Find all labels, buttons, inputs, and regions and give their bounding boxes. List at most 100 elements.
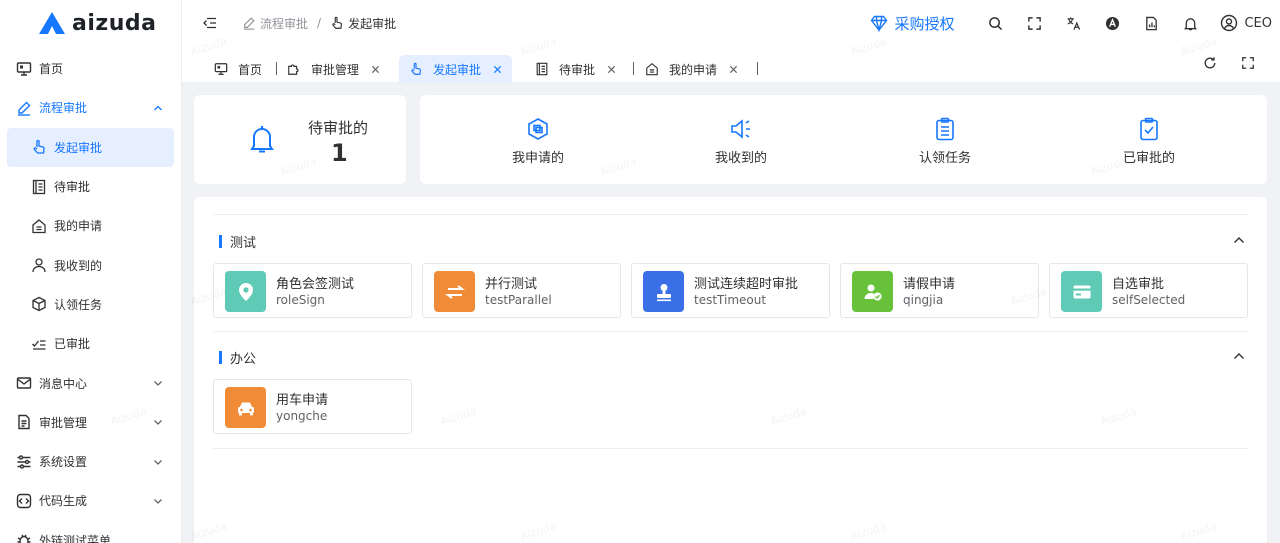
fullscreen-icon[interactable]	[1027, 16, 1042, 31]
speaker-icon	[731, 119, 750, 139]
cube-icon	[32, 297, 46, 312]
header-tools: 采购授权 CEO	[870, 0, 1280, 46]
tab-approval-management[interactable]: 审批管理	[277, 55, 390, 83]
user-name: CEO	[1244, 15, 1272, 31]
process-card-selfselected[interactable]: 自选审批 selfSelected	[1049, 263, 1248, 318]
breadcrumb: 流程审批 / 发起审批	[242, 15, 396, 32]
process-card-qingjia[interactable]: 请假申请 qingjia	[840, 263, 1039, 318]
tab-home[interactable]: 首页	[204, 55, 272, 83]
tab-pending[interactable]: 待审批	[525, 55, 626, 83]
quick-actions: 我申请的 我收到的 认领任务 已审批的	[420, 95, 1267, 184]
sidebar-item-start-approval[interactable]: 发起审批	[7, 127, 174, 167]
divider	[213, 448, 1248, 449]
maximize-icon[interactable]	[1241, 56, 1255, 70]
pen-icon	[243, 17, 255, 30]
breadcrumb-item[interactable]: 流程审批	[242, 15, 308, 32]
quick-action-label: 我收到的	[714, 151, 767, 166]
close-icon[interactable]	[493, 65, 502, 74]
group-title-text: 办公	[230, 352, 257, 367]
card-icon	[1073, 285, 1090, 298]
user-menu[interactable]: CEO	[1220, 14, 1272, 32]
process-key: qingjia	[903, 293, 944, 307]
sidebar-menu: 首页 流程审批 发起审批 待审批 我的申请 我收到的 认领任务 已审批 消息中心…	[0, 49, 181, 543]
sidebar-item-claim-tasks[interactable]: 认领任务	[0, 285, 181, 324]
process-card-icon-bg	[225, 387, 266, 428]
quick-action-approved[interactable]: 已审批的	[1099, 117, 1199, 166]
document-chart-icon[interactable]	[1144, 16, 1159, 31]
process-card-rolesign[interactable]: 角色会签测试 roleSign	[213, 263, 412, 318]
quick-action-label: 我申请的	[511, 151, 564, 166]
theme-icon[interactable]	[1105, 16, 1120, 31]
process-name: 请假申请	[903, 277, 956, 292]
top-header: 流程审批 / 发起审批 采购授权 CEO	[182, 0, 1280, 46]
apply-icon	[528, 118, 548, 140]
quick-action-received[interactable]: 我收到的	[691, 117, 791, 166]
buy-license-button[interactable]: 采购授权	[870, 13, 954, 34]
sidebar-item-label: 我的申请	[54, 219, 103, 234]
sidebar-item-label: 代码生成	[39, 494, 88, 509]
process-key: roleSign	[276, 293, 325, 307]
chevron-down-icon	[154, 381, 162, 386]
tab-bar: 首页 审批管理 发起审批 待审批 我的申请	[182, 46, 1280, 83]
swap-arrows-icon	[444, 284, 465, 299]
location-pin-icon	[238, 282, 253, 301]
process-card-testtimeout[interactable]: 测试连续超时审批 testTimeout	[631, 263, 830, 318]
process-name: 测试连续超时审批	[694, 277, 799, 292]
process-name: 自选审批	[1112, 277, 1165, 292]
home-doc-icon	[646, 63, 658, 76]
chevron-down-icon	[154, 459, 162, 465]
process-key: testTimeout	[694, 293, 767, 307]
translate-icon[interactable]	[1066, 16, 1081, 31]
sidebar-item-label: 首页	[39, 62, 64, 77]
tab-start-approval[interactable]: 发起审批	[399, 55, 513, 83]
process-card-icon-bg	[1061, 271, 1102, 312]
sidebar-item-home[interactable]: 首页	[0, 49, 181, 88]
sidebar-item-system-settings[interactable]: 系统设置	[0, 442, 181, 481]
sidebar-item-pending[interactable]: 待审批	[0, 167, 181, 206]
sidebar-item-messages[interactable]: 消息中心	[0, 363, 181, 402]
tab-label: 审批管理	[311, 62, 360, 77]
menu-collapse-icon[interactable]	[202, 15, 218, 31]
quick-action-label: 已审批的	[1122, 151, 1175, 166]
pen-icon	[18, 101, 31, 116]
chevron-down-icon	[154, 498, 162, 504]
bell-icon[interactable]	[1183, 16, 1198, 31]
mail-icon	[16, 377, 32, 389]
breadcrumb-label: 流程审批	[260, 16, 309, 31]
chevron-up-icon[interactable]	[1233, 234, 1245, 246]
close-icon[interactable]	[607, 65, 616, 74]
refresh-icon[interactable]	[1203, 56, 1217, 70]
sidebar-item-label: 认领任务	[54, 297, 103, 312]
sidebar-item-code-generation[interactable]: 代码生成	[0, 481, 181, 520]
process-card-yongche[interactable]: 用车申请 yongche	[213, 379, 412, 434]
sidebar-item-workflow[interactable]: 流程审批	[0, 88, 181, 127]
pending-stat-card[interactable]: 待审批的 1	[194, 95, 406, 184]
sidebar-item-approval-management[interactable]: 审批管理	[0, 403, 181, 442]
tab-divider	[757, 62, 758, 75]
sidebar-item-label: 流程审批	[39, 101, 88, 116]
quick-action-my-applications[interactable]: 我申请的	[488, 117, 588, 166]
group-title: 测试	[219, 232, 256, 251]
bell-icon	[250, 126, 274, 153]
sidebar-item-my-applications[interactable]: 我的申请	[0, 206, 181, 245]
group-title: 办公	[219, 348, 256, 367]
sidebar-item-received[interactable]: 我收到的	[0, 245, 181, 284]
sidebar-item-label: 审批管理	[39, 415, 88, 430]
user-check-icon	[864, 284, 881, 300]
clipboard-icon	[936, 117, 954, 141]
diamond-icon	[871, 15, 888, 32]
tab-my-applications[interactable]: 我的申请	[635, 55, 748, 83]
quick-action-claim-tasks[interactable]: 认领任务	[895, 117, 995, 166]
logo[interactable]: aizuda	[0, 0, 181, 46]
sidebar-item-external-link-test[interactable]: 外链测试菜单	[0, 521, 181, 543]
sidebar-item-approved[interactable]: 已审批	[0, 324, 181, 363]
user-icon	[32, 258, 46, 273]
close-icon[interactable]	[729, 65, 738, 74]
process-card-testparallel[interactable]: 并行测试 testParallel	[422, 263, 621, 318]
close-icon[interactable]	[371, 65, 380, 74]
home-doc-icon	[32, 218, 46, 233]
chevron-up-icon[interactable]	[1233, 350, 1245, 362]
search-icon[interactable]	[988, 16, 1003, 31]
sidebar-item-label: 已审批	[54, 337, 91, 352]
pending-stat-count: 1	[331, 139, 348, 167]
